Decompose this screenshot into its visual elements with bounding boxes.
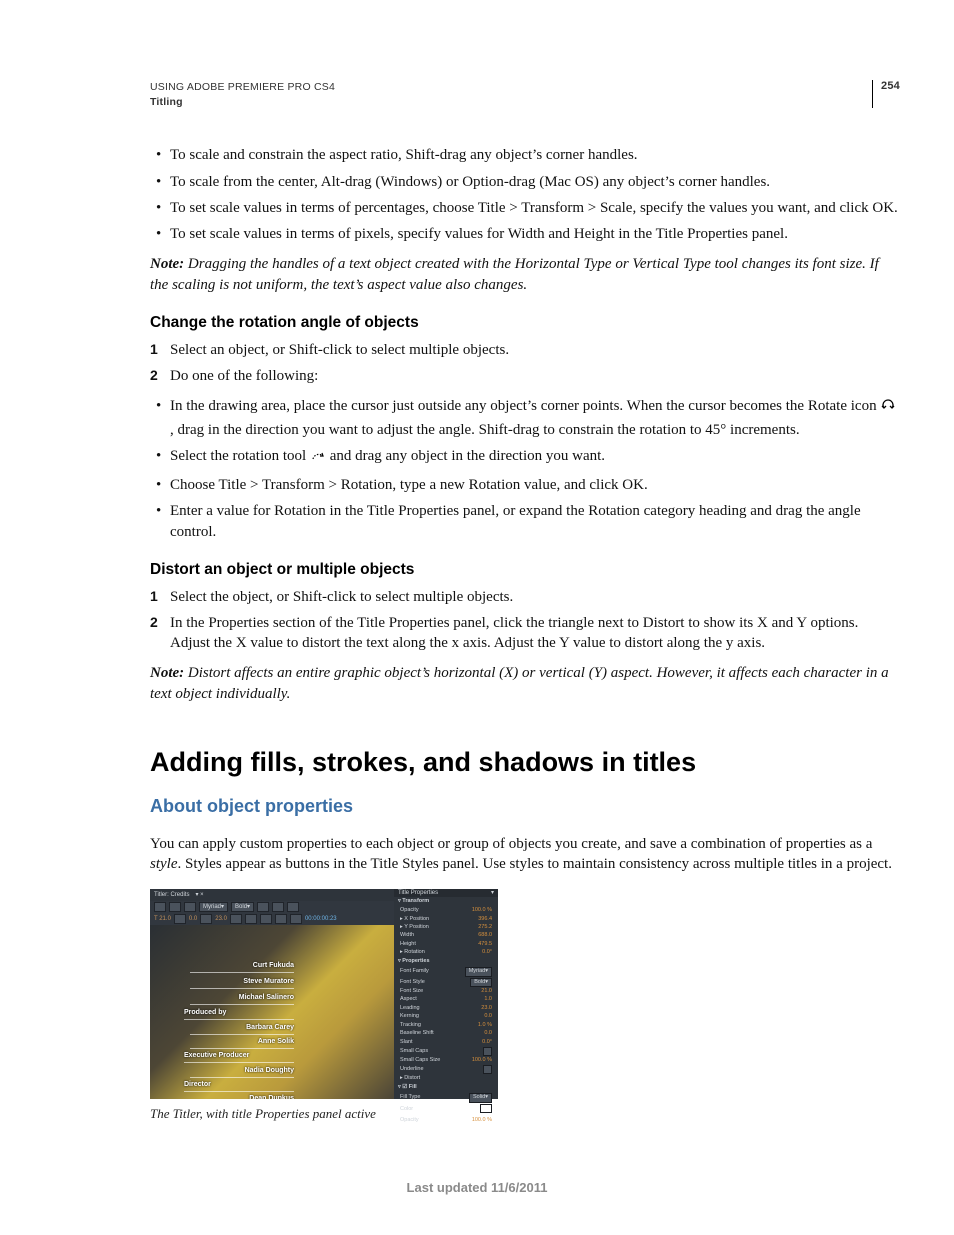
heading-fills: Adding fills, strokes, and shadows in ti…: [150, 744, 900, 780]
mini-window-title: Titler: Credits: [154, 891, 189, 899]
bullet-item: To set scale values in terms of percenta…: [170, 198, 900, 218]
step-item: In the Properties section of the Title P…: [170, 613, 900, 654]
credit-line: Dean Dupkus: [190, 1094, 294, 1099]
bullet-text: and drag any object in the direction you…: [330, 448, 605, 464]
mini-titlebar: Titler: Credits ▾ ×: [150, 889, 394, 901]
tool-icon[interactable]: [290, 914, 302, 924]
heading-rotation: Change the rotation angle of objects: [150, 313, 900, 334]
timecode: 00:00:00:23: [305, 915, 337, 923]
para-style-word: style: [150, 856, 178, 872]
section-transform[interactable]: ▿ Transform: [394, 897, 498, 906]
tool-icon[interactable]: [184, 902, 196, 912]
credit-line: Curt Fukuda: [190, 961, 294, 972]
credit-line: Director: [184, 1080, 294, 1091]
tab-icon[interactable]: [275, 914, 287, 924]
mini-toolbar-1: Myriad ▾ Bold ▾: [150, 901, 394, 913]
note-label: Note:: [150, 256, 184, 272]
font-family-dropdown[interactable]: Myriad ▾: [199, 902, 228, 912]
color-swatch[interactable]: [480, 1104, 492, 1113]
checkbox[interactable]: [483, 1065, 492, 1074]
bullet-item: Choose Title > Transform > Rotation, typ…: [170, 475, 900, 495]
align-left-icon[interactable]: [230, 914, 242, 924]
credit-line: Nadia Doughty: [190, 1066, 294, 1077]
step-item: Select an object, or Shift-click to sele…: [170, 340, 900, 360]
bullet-item: Select the rotation tool and drag any ob…: [170, 446, 900, 469]
credit-line: Barbara Carey: [190, 1023, 294, 1034]
rotation-tool-icon: [310, 449, 326, 469]
font-weight-dropdown[interactable]: Bold ▾: [231, 902, 254, 912]
section-fill[interactable]: ▿ ☑ Fill: [394, 1083, 498, 1092]
mini-toolbar-2: T 21.0 0.0 23.0 00:00:00:23: [150, 913, 394, 925]
bullet-text: Select the rotation tool: [170, 448, 310, 464]
note-distort: Note: Distort affects an entire graphic …: [150, 663, 900, 704]
doc-title: USING ADOBE PREMIERE PRO CS4: [150, 80, 335, 95]
checkbox[interactable]: [483, 1047, 492, 1056]
page-footer: Last updated 11/6/2011: [0, 1180, 954, 1195]
rotation-steps: Select an object, or Shift-click to sele…: [150, 340, 900, 387]
align-right-icon[interactable]: [260, 914, 272, 924]
credit-line: Executive Producer: [184, 1051, 294, 1062]
figure-caption: The Titler, with title Properties panel …: [150, 1105, 900, 1123]
header-rule: [872, 80, 873, 108]
credit-line: Steve Muratore: [190, 977, 294, 988]
step-item: Do one of the following:: [170, 366, 900, 386]
italic-button[interactable]: [272, 902, 284, 912]
para-text: You can apply custom properties to each …: [150, 836, 872, 852]
bullet-item: To scale and constrain the aspect ratio,…: [170, 145, 900, 165]
credit-line: Produced by: [184, 1008, 294, 1019]
mini-canvas: Curt Fukuda Steve Muratore Michael Saliner…: [150, 925, 394, 1099]
page-header: USING ADOBE PREMIERE PRO CS4 Titling 254: [150, 80, 900, 109]
note-text: Distort affects an entire graphic object…: [150, 665, 889, 701]
note-text: Dragging the handles of a text object cr…: [150, 256, 879, 292]
note-label: Note:: [150, 665, 184, 681]
doc-section: Titling: [150, 95, 335, 110]
distort-steps: Select the object, or Shift-click to sel…: [150, 587, 900, 654]
rotate-cursor-icon: [880, 399, 896, 419]
scale-bullet-list: To scale and constrain the aspect ratio,…: [150, 145, 900, 244]
about-paragraph: You can apply custom properties to each …: [150, 834, 900, 875]
credit-line: Michael Salinero: [190, 993, 294, 1004]
underline-button[interactable]: [287, 902, 299, 912]
prop-dropdown[interactable]: Myriad ▾: [465, 967, 492, 976]
bullet-text: In the drawing area, place the cursor ju…: [170, 398, 880, 414]
bullet-item: To scale from the center, Alt-drag (Wind…: [170, 172, 900, 192]
bullet-item: To set scale values in terms of pixels, …: [170, 224, 900, 244]
prop-dropdown[interactable]: Solid ▾: [469, 1093, 492, 1102]
tool-icon[interactable]: [174, 914, 186, 924]
prop-dropdown[interactable]: Bold ▾: [470, 978, 492, 987]
bullet-item: Enter a value for Rotation in the Title …: [170, 501, 900, 542]
heading-about-props: About object properties: [150, 794, 900, 818]
panel-tab[interactable]: Title Properties▾: [394, 889, 498, 897]
tool-icon[interactable]: [169, 902, 181, 912]
note-scale: Note: Dragging the handles of a text obj…: [150, 254, 900, 295]
heading-distort: Distort an object or multiple objects: [150, 560, 900, 581]
tool-icon[interactable]: [200, 914, 212, 924]
align-center-icon[interactable]: [245, 914, 257, 924]
section-properties[interactable]: ▿ Properties: [394, 957, 498, 966]
credit-line: Anne Solik: [190, 1037, 294, 1048]
para-text: . Styles appear as buttons in the Title …: [178, 856, 892, 872]
bullet-item: In the drawing area, place the cursor ju…: [170, 396, 900, 440]
bold-button[interactable]: [257, 902, 269, 912]
tool-icon[interactable]: [154, 902, 166, 912]
titler-screenshot: Titler: Credits ▾ × Myriad ▾ Bold ▾ T 21…: [150, 889, 498, 1099]
rotation-bullets: In the drawing area, place the cursor ju…: [150, 396, 900, 542]
title-properties-panel: Title Properties▾ ▿ Transform Opacity100…: [394, 889, 498, 1099]
step-item: Select the object, or Shift-click to sel…: [170, 587, 900, 607]
page-number: 254: [881, 80, 900, 108]
bullet-text: , drag in the direction you want to adju…: [170, 422, 800, 438]
